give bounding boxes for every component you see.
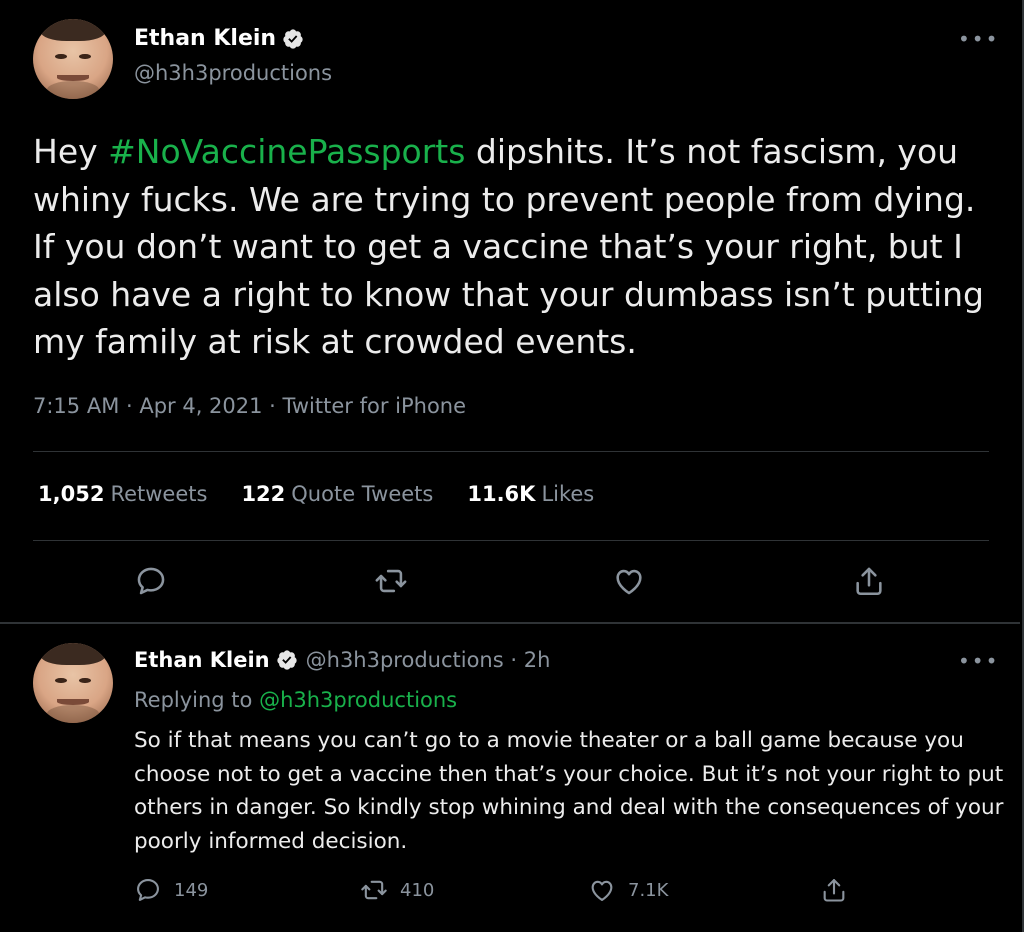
- like-icon[interactable]: [612, 564, 646, 598]
- hashtag-link[interactable]: #NoVaccinePassports: [108, 132, 465, 171]
- reply-icon: [134, 876, 162, 904]
- stat-retweets-label: Retweets: [110, 482, 208, 506]
- share-icon[interactable]: [852, 564, 886, 598]
- reply-count: 149: [174, 879, 209, 901]
- reply-action-share[interactable]: [820, 876, 860, 904]
- tweet-text: Hey #NoVaccinePassports dipshits. It’s n…: [33, 128, 993, 366]
- retweet-icon: [360, 876, 388, 904]
- stat-quote-tweets-count: 122: [241, 482, 286, 506]
- like-count: 7.1K: [628, 879, 669, 901]
- verified-badge-icon: [276, 649, 298, 671]
- like-icon: [588, 876, 616, 904]
- stat-likes-label: Likes: [541, 482, 595, 506]
- reply-text: So if that means you can’t go to a movie…: [134, 728, 1004, 854]
- tweet-separator: [0, 622, 1020, 624]
- retweet-icon[interactable]: [374, 564, 408, 598]
- stat-retweets-count: 1,052: [38, 482, 105, 506]
- verified-badge-icon: [282, 28, 304, 50]
- tweet-stats: 1,052 Retweets 122 Quote Tweets 11.6K Likes: [38, 482, 594, 506]
- divider: [33, 540, 989, 541]
- share-icon: [820, 876, 848, 904]
- stat-quote-tweets[interactable]: 122 Quote Tweets: [241, 482, 433, 506]
- author-name-row[interactable]: Ethan Klein: [134, 26, 304, 51]
- author-handle[interactable]: @h3h3productions: [134, 61, 332, 85]
- main-tweet: Ethan Klein @h3h3productions ••• Hey #No…: [0, 0, 1020, 622]
- author-display-name[interactable]: Ethan Klein: [134, 26, 276, 51]
- tweet-timestamp-meta[interactable]: 7:15 AM · Apr 4, 2021 · Twitter for iPho…: [33, 394, 466, 418]
- more-options-icon[interactable]: •••: [958, 29, 999, 49]
- stat-likes[interactable]: 11.6K Likes: [467, 482, 594, 506]
- replying-to-mention[interactable]: @h3h3productions: [259, 688, 457, 712]
- reply-author-handle-time[interactable]: @h3h3productions · 2h: [306, 648, 551, 672]
- reply-action-likes[interactable]: 7.1K: [588, 876, 668, 904]
- reply-action-replies[interactable]: 149: [134, 876, 208, 904]
- more-options-icon[interactable]: •••: [958, 651, 999, 671]
- avatar[interactable]: [33, 643, 113, 723]
- tweet-text-prefix: Hey: [33, 132, 109, 171]
- stat-likes-count: 11.6K: [467, 482, 536, 506]
- reply-icon[interactable]: [134, 564, 168, 598]
- replying-to: Replying to @h3h3productions: [134, 688, 457, 712]
- reply-action-retweets[interactable]: 410: [360, 876, 434, 904]
- retweet-count: 410: [400, 879, 435, 901]
- replying-to-label: Replying to: [134, 688, 260, 712]
- avatar[interactable]: [33, 19, 113, 99]
- reply-author-display-name[interactable]: Ethan Klein: [134, 648, 270, 672]
- divider: [33, 451, 989, 452]
- stat-quote-tweets-label: Quote Tweets: [291, 482, 434, 506]
- tweet-thread-frame: Ethan Klein @h3h3productions ••• Hey #No…: [0, 0, 1024, 932]
- stat-retweets[interactable]: 1,052 Retweets: [38, 482, 207, 506]
- reply-author-row: Ethan Klein @h3h3productions · 2h: [134, 648, 550, 672]
